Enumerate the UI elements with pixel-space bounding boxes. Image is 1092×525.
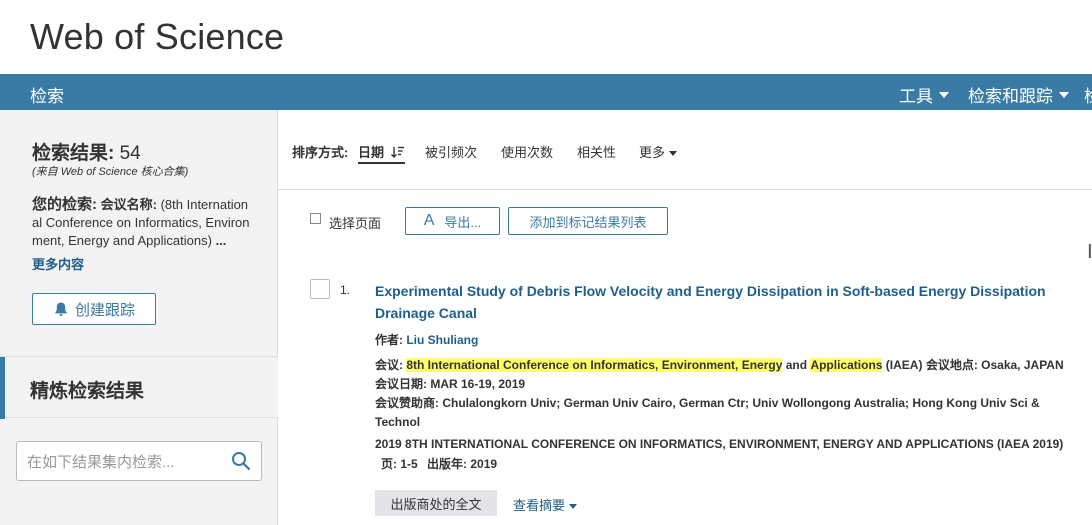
record-title-link[interactable]: Experimental Study of Debris Flow Veloci…: [375, 280, 1055, 324]
year-label: 出版年:: [427, 457, 468, 471]
conference-label: 会议:: [375, 358, 403, 372]
search-icon[interactable]: [231, 451, 251, 471]
record-conference-line: 会议: 8th International Conference on Info…: [375, 356, 1065, 394]
export-label: 导出...: [444, 214, 482, 230]
header: Web of Science: [0, 0, 1092, 74]
sort-descending-icon: [390, 146, 404, 158]
nav-tools-menu[interactable]: 工具: [899, 82, 949, 107]
conference-date-label: 会议日期:: [375, 377, 427, 391]
conference-date-value: MAR 16-19, 2019: [430, 377, 526, 391]
year-value: 2019: [470, 457, 498, 471]
export-icon: A: [423, 212, 435, 229]
top-navbar: 检索 工具 检索和跟踪 检: [0, 74, 1092, 110]
chevron-down-icon: [939, 91, 949, 98]
nav-search-link[interactable]: 检索: [30, 82, 64, 107]
sort-more-menu[interactable]: 更多: [639, 142, 678, 161]
chevron-down-icon: [569, 504, 578, 510]
proceedings-title: 2019 8TH INTERNATIONAL CONFERENCE ON INF…: [375, 437, 1064, 451]
nav-search-tracking-menu[interactable]: 检索和跟踪: [968, 82, 1069, 107]
record-checkbox[interactable]: [310, 279, 330, 299]
sort-by-times-cited[interactable]: 被引频次: [425, 142, 477, 161]
your-search-ellipsis: ...: [215, 233, 227, 248]
refine-title: 精炼检索结果: [30, 381, 145, 402]
author-link[interactable]: Liu Shuliang: [406, 333, 478, 347]
sort-bar: 排序方式: 日期 被引频次 使用次数 相关性 更多: [278, 110, 1092, 190]
edge-marker: |: [1087, 242, 1092, 259]
results-label: 检索结果:: [32, 143, 115, 164]
create-tracking-label: 创建跟踪: [74, 301, 135, 319]
author-label: 作者:: [375, 333, 403, 347]
sort-date-label: 日期: [358, 145, 385, 160]
sort-by-relevance[interactable]: 相关性: [577, 142, 616, 161]
location-value: Osaka, JAPAN: [981, 358, 1064, 372]
view-abstract-label: 查看摘要: [513, 498, 566, 513]
conference-highlight-1: 8th International Conference on Informat…: [406, 358, 783, 372]
location-label: 会议地点:: [925, 358, 978, 372]
your-search-label: 您的检索:: [32, 196, 97, 213]
record-number: 1.: [340, 283, 351, 297]
sidebar: 检索结果: 54 (来自 Web of Science 核心合集) 您的检索: …: [0, 110, 278, 525]
select-page-checkbox[interactable]: [310, 213, 321, 224]
search-within-input[interactable]: [27, 451, 217, 473]
your-search-summary: 您的检索: 会议名称: (8th International Conferenc…: [32, 196, 254, 250]
publisher-fulltext-button[interactable]: 出版商处的全文: [375, 490, 497, 516]
conference-highlight-2: Applications: [810, 358, 883, 372]
conference-and: and: [785, 358, 808, 372]
record-proceedings-line: 2019 8TH INTERNATIONAL CONFERENCE ON INF…: [375, 435, 1065, 454]
pages-label: 页:: [381, 457, 397, 471]
record-sponsor-line: 会议赞助商: Chulalongkorn Univ; German Univ C…: [375, 394, 1060, 432]
bell-icon: [55, 302, 67, 316]
results-source: (来自 Web of Science 核心合集): [32, 166, 189, 178]
record-pages-line: 页: 1-5 出版年: 2019: [375, 455, 1065, 474]
chevron-down-icon: [1059, 91, 1069, 98]
sort-more-label: 更多: [639, 145, 666, 160]
pages-value: 1-5: [400, 457, 418, 471]
your-search-field: 会议名称:: [100, 197, 157, 212]
results-list: 选择页面 A 导出... 添加到标记结果列表 | 1. Experimental…: [278, 190, 1092, 525]
refine-section-header: 精炼检索结果: [0, 356, 278, 419]
add-to-marked-list-button[interactable]: 添加到标记结果列表: [508, 207, 668, 235]
chevron-down-icon: [669, 151, 678, 157]
export-button[interactable]: A 导出...: [405, 207, 500, 235]
site-logo[interactable]: Web of Science: [30, 16, 284, 58]
nav-tools-label: 工具: [899, 87, 933, 106]
search-within-box: [16, 441, 262, 481]
results-heading: 检索结果: 54: [32, 138, 141, 165]
conference-acronym: (IAEA): [885, 358, 923, 372]
sort-by-date[interactable]: 日期: [358, 142, 405, 164]
record-author-line: 作者: Liu Shuliang: [375, 331, 1065, 350]
select-page-label[interactable]: 选择页面: [329, 213, 381, 232]
view-abstract-link[interactable]: 查看摘要: [513, 495, 578, 514]
more-content-link[interactable]: 更多内容: [32, 254, 84, 273]
refine-accent-bar: [0, 357, 5, 419]
nav-truncated-item[interactable]: 检: [1084, 82, 1092, 107]
sponsor-label: 会议赞助商:: [375, 396, 439, 410]
sort-by-usage-count[interactable]: 使用次数: [501, 142, 553, 161]
nav-search-tracking-label: 检索和跟踪: [968, 87, 1053, 106]
sponsor-value: Chulalongkorn Univ; German Univ Cairo, G…: [375, 396, 1040, 429]
sort-label: 排序方式:: [292, 145, 349, 160]
results-count: 54: [119, 143, 141, 164]
create-tracking-button[interactable]: 创建跟踪: [32, 293, 156, 325]
